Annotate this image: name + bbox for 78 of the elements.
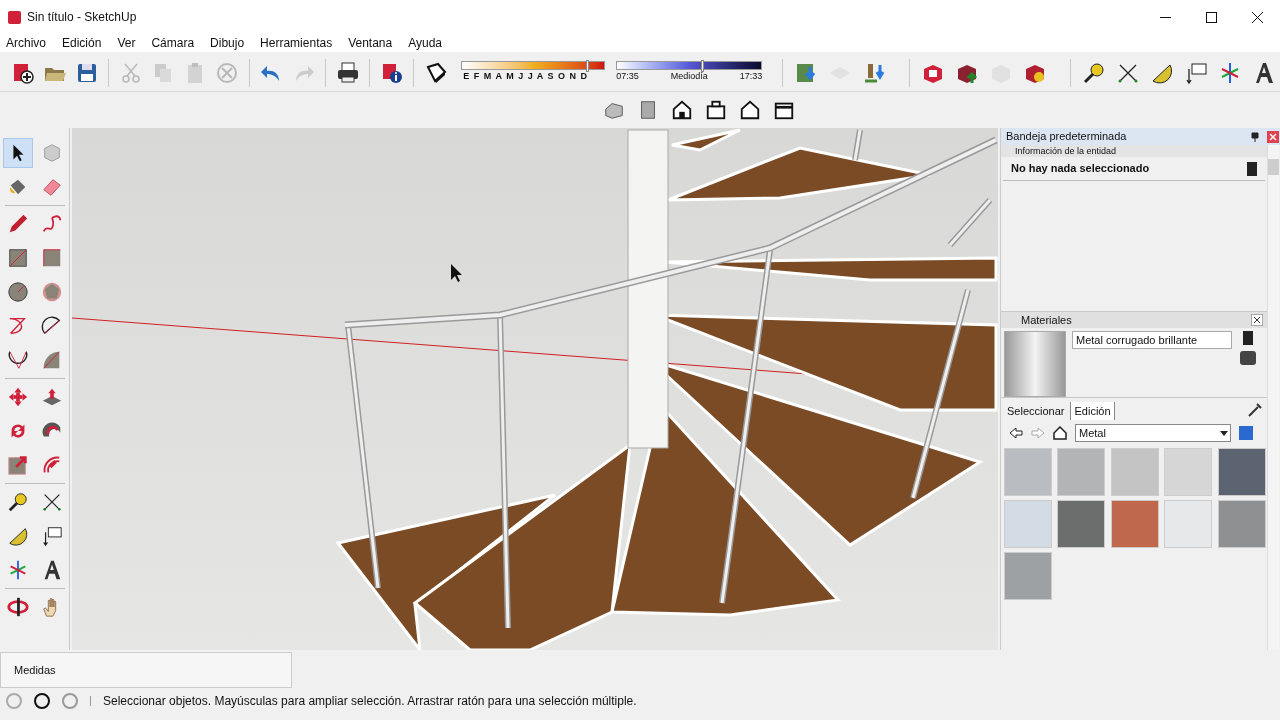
menu-item[interactable]: Ayuda — [408, 34, 442, 52]
close-icon — [1269, 132, 1277, 141]
rotated-rectangle-icon — [40, 247, 63, 269]
protractor-icon — [6, 525, 29, 547]
time-label: 17:33 — [739, 70, 763, 84]
status-text: Seleccionar objetos. Mayúsculas para ampliar selección. Arrastrar ratón para una selección múltiple. — [103, 693, 637, 710]
material-name-field[interactable]: Metal corrugado brillante — [1072, 331, 1232, 349]
window-title: Sin título - SketchUp — [27, 9, 138, 26]
material-swatch[interactable] — [1110, 500, 1159, 548]
app-logo-icon — [8, 10, 21, 24]
measurements-label: Medidas — [14, 662, 56, 678]
section-title: Materiales — [1020, 312, 1073, 328]
menu-item[interactable]: Cámara — [151, 34, 195, 52]
three-point-arc-icon — [6, 349, 29, 371]
3d-viewport[interactable] — [72, 128, 998, 650]
material-preview — [1004, 331, 1066, 397]
rectangle-icon — [6, 247, 29, 269]
material-swatch[interactable] — [1164, 448, 1213, 496]
push-pull-icon — [40, 386, 63, 408]
time-label: 07:35 — [616, 70, 639, 84]
outline-house-icon — [739, 99, 761, 121]
material-swatch[interactable] — [1164, 500, 1213, 548]
menu-item[interactable]: Dibujo — [210, 34, 245, 52]
menu-item[interactable]: Ver — [117, 34, 136, 52]
time-label: Mediodía — [670, 70, 708, 84]
home-icon[interactable] — [1053, 426, 1067, 440]
material-swatch[interactable] — [1004, 448, 1052, 496]
section-header[interactable]: Información de la entidad — [1001, 145, 1267, 157]
shadow-slider[interactable] — [461, 61, 606, 71]
close-button[interactable] — [1251, 314, 1263, 326]
material-swatch[interactable] — [1004, 552, 1052, 600]
material-swatch[interactable] — [1057, 500, 1106, 548]
shadow-slider[interactable] — [616, 61, 763, 71]
section-title: Información de la entidad — [1014, 146, 1117, 156]
entity-status: No hay nada seleccionado — [1011, 161, 1151, 177]
arrow-pointer-button[interactable] — [2, 138, 33, 168]
slider-thumb[interactable] — [585, 60, 589, 73]
material-swatch[interactable] — [1057, 448, 1106, 496]
tape-measure-icon — [6, 491, 29, 513]
menu-item[interactable]: Archivo — [6, 34, 46, 52]
circle-icon — [6, 281, 29, 303]
back-arrow-icon[interactable] — [1009, 426, 1023, 440]
cursor-icon — [451, 264, 462, 282]
collection-dropdown[interactable]: Metal — [1075, 424, 1231, 442]
material-swatch[interactable] — [1004, 500, 1052, 548]
scale-icon — [6, 454, 29, 476]
menu-item[interactable]: Edición — [62, 34, 102, 52]
section-header[interactable]: Materiales — [1001, 311, 1267, 328]
move-arrows-icon — [6, 386, 29, 408]
minimize-icon — [1159, 16, 1171, 18]
spiral-staircase-drawing[interactable] — [335, 128, 998, 650]
text-label-icon — [1184, 60, 1209, 85]
freehand-icon — [40, 213, 63, 235]
tab[interactable]: Edición — [1070, 402, 1115, 420]
front-house-icon — [671, 99, 693, 121]
maximize-icon — [1205, 11, 1217, 23]
printer-icon — [335, 60, 360, 85]
circle-x-icon — [215, 60, 240, 85]
material-swatch[interactable] — [1217, 448, 1266, 496]
menu-item[interactable]: Ventana — [348, 34, 393, 52]
menu-item[interactable]: Herramientas — [260, 34, 333, 52]
close-icon — [1251, 11, 1263, 23]
tape-measure-icon — [1081, 60, 1106, 85]
polygon-icon — [40, 281, 63, 303]
close-icon — [1254, 317, 1260, 323]
eyedropper-icon[interactable] — [1247, 402, 1263, 418]
pin-icon[interactable] — [1251, 131, 1259, 142]
tray-title: Bandeja predeterminada — [1006, 129, 1128, 145]
dropdown-value: Metal — [1078, 425, 1107, 441]
scroll-bar[interactable] — [1267, 145, 1279, 650]
orbit-icon — [6, 596, 29, 618]
eraser-icon — [40, 176, 63, 198]
month-labels: E F M A M J J A S O N D — [462, 70, 589, 84]
measurements-box[interactable]: Medidas — [0, 652, 292, 688]
top-house-icon — [705, 99, 727, 121]
material-swatch[interactable] — [1110, 448, 1159, 496]
slider-thumb[interactable] — [701, 60, 705, 73]
material-swatch[interactable] — [1217, 500, 1266, 548]
